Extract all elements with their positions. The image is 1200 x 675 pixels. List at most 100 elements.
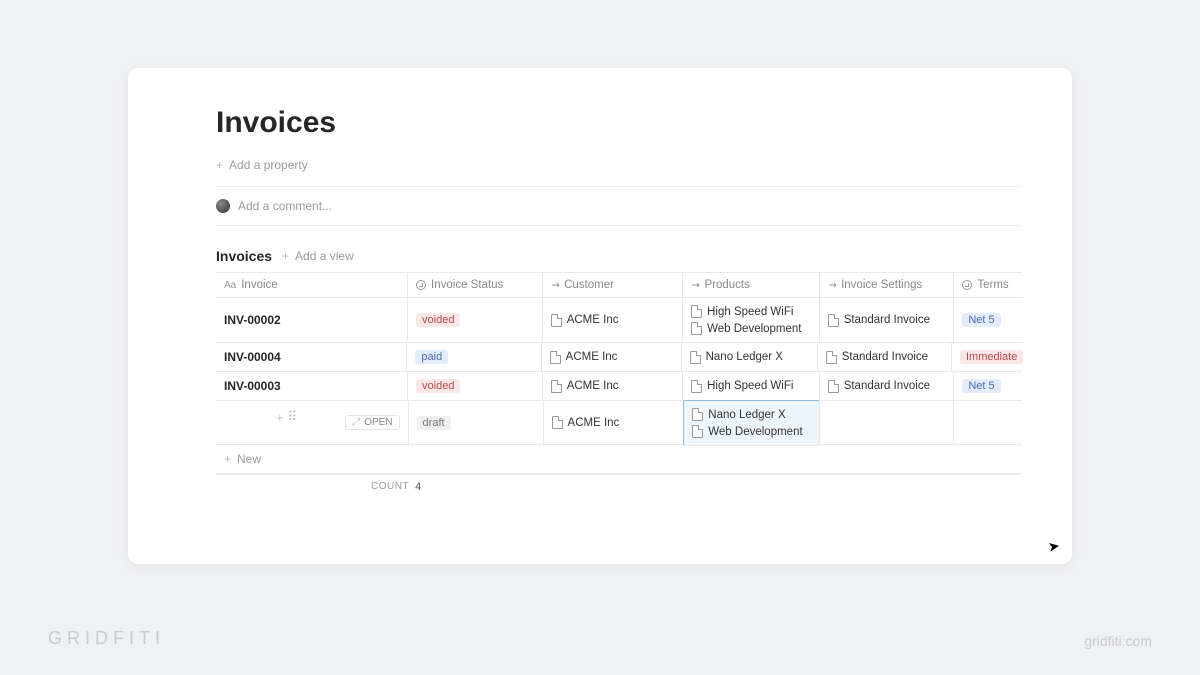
column-header-settings[interactable]: ↗ Invoice Settings bbox=[820, 273, 955, 298]
terms-badge: Net 5 bbox=[962, 313, 1000, 327]
invoice-id: INV-00004 bbox=[224, 350, 398, 364]
page-icon bbox=[551, 314, 562, 327]
relation-chip[interactable]: Standard Invoice bbox=[828, 314, 946, 327]
cell-terms[interactable] bbox=[954, 401, 1022, 445]
column-label: Invoice bbox=[241, 279, 277, 291]
relation-chip[interactable]: Web Development bbox=[691, 322, 811, 335]
view-tab[interactable]: Invoices bbox=[216, 248, 272, 264]
add-comment-placeholder: Add a comment... bbox=[238, 199, 332, 213]
avatar bbox=[216, 199, 230, 213]
app-window: Invoices + Add a property Add a comment.… bbox=[128, 68, 1072, 564]
open-label: OPEN bbox=[364, 417, 392, 428]
new-row-button[interactable]: + New bbox=[216, 445, 1022, 474]
relation-chip[interactable]: ACME Inc bbox=[551, 314, 674, 327]
brand-watermark: GRIDFITI bbox=[48, 628, 165, 649]
cell-status[interactable]: voided bbox=[408, 372, 543, 401]
page-icon bbox=[691, 305, 702, 318]
relation-label: Standard Invoice bbox=[844, 314, 930, 326]
new-row-label: New bbox=[237, 452, 261, 466]
plus-icon: + bbox=[224, 452, 231, 466]
open-page-button[interactable]: ⤢ OPEN bbox=[345, 415, 399, 430]
status-badge: voided bbox=[416, 379, 460, 393]
drag-handle-icon[interactable]: ⠿ bbox=[288, 409, 298, 425]
cell-customer[interactable]: ACME Inc bbox=[543, 298, 683, 343]
relation-chip[interactable]: ACME Inc bbox=[551, 380, 674, 393]
status-badge: paid bbox=[415, 350, 448, 364]
cell-products[interactable]: Nano Ledger X bbox=[682, 343, 818, 372]
cell-terms[interactable]: Immediate bbox=[952, 343, 1022, 372]
column-header-customer[interactable]: ↗ Customer bbox=[543, 273, 683, 298]
column-label: Invoice Status bbox=[431, 279, 503, 291]
page-icon bbox=[550, 351, 561, 364]
relation-label: Web Development bbox=[707, 323, 801, 335]
relation-chip[interactable]: Standard Invoice bbox=[828, 380, 946, 393]
add-property-button[interactable]: + Add a property bbox=[216, 154, 1022, 182]
relation-chip[interactable]: Nano Ledger X bbox=[690, 351, 809, 364]
cell-products[interactable]: High Speed WiFi bbox=[683, 372, 820, 401]
page-icon bbox=[691, 322, 702, 335]
status-badge: voided bbox=[416, 313, 460, 327]
column-header-terms[interactable]: Terms bbox=[954, 273, 1022, 298]
column-header-products[interactable]: ↗ Products bbox=[683, 273, 820, 298]
relation-chip[interactable]: High Speed WiFi bbox=[691, 305, 811, 318]
cell-products[interactable]: High Speed WiFi Web Development bbox=[683, 298, 820, 343]
plus-icon[interactable]: + bbox=[276, 410, 284, 425]
table-footer: COUNT 4 bbox=[216, 475, 1022, 499]
cell-invoice[interactable]: INV-00003 bbox=[216, 372, 408, 401]
relation-chip[interactable]: Standard Invoice bbox=[826, 351, 943, 364]
terms-badge: Net 5 bbox=[962, 379, 1000, 393]
row-gutter[interactable]: + ⠿ bbox=[276, 409, 297, 425]
cell-customer[interactable]: ACME Inc bbox=[544, 401, 685, 445]
cursor-icon: ➤ bbox=[1047, 537, 1062, 556]
status-badge: draft bbox=[417, 416, 451, 430]
column-label: Invoice Settings bbox=[841, 279, 922, 291]
cell-terms[interactable]: Net 5 bbox=[954, 298, 1022, 343]
relation-chip[interactable]: ACME Inc bbox=[550, 351, 673, 364]
cell-terms[interactable]: Net 5 bbox=[954, 372, 1022, 401]
table-header-row: Aa Invoice Invoice Status ↗ Customer ↗ P… bbox=[216, 273, 1022, 298]
relation-chip[interactable]: High Speed WiFi bbox=[691, 380, 811, 393]
select-property-icon bbox=[416, 280, 426, 290]
page-icon bbox=[828, 380, 839, 393]
cell-settings[interactable]: Standard Invoice bbox=[820, 298, 955, 343]
cell-status[interactable]: voided bbox=[408, 298, 543, 343]
page-icon bbox=[826, 351, 837, 364]
cell-products-editing[interactable]: Nano Ledger X Web Development bbox=[683, 400, 820, 446]
add-comment-row[interactable]: Add a comment... bbox=[216, 191, 1022, 221]
divider bbox=[216, 225, 1022, 226]
cell-status[interactable]: paid bbox=[407, 343, 541, 372]
relation-label: ACME Inc bbox=[567, 380, 619, 392]
cell-invoice[interactable]: INV-00004 bbox=[216, 343, 407, 372]
add-view-button[interactable]: + Add a view bbox=[282, 249, 354, 263]
open-arrow-icon: ⤢ bbox=[352, 417, 360, 428]
table-row[interactable]: INV-00003 voided ACME Inc High Speed WiF… bbox=[216, 372, 1022, 401]
cell-status[interactable]: draft bbox=[409, 401, 544, 445]
page-icon bbox=[552, 416, 563, 429]
page-icon bbox=[692, 425, 703, 438]
column-label: Products bbox=[705, 279, 750, 291]
column-header-status[interactable]: Invoice Status bbox=[408, 273, 543, 298]
cell-invoice[interactable]: ⤢ OPEN bbox=[216, 401, 409, 445]
relation-chip[interactable]: Nano Ledger X bbox=[692, 408, 811, 421]
title-property-icon: Aa bbox=[224, 280, 236, 291]
cell-customer[interactable]: ACME Inc bbox=[543, 372, 683, 401]
cell-invoice[interactable]: INV-00002 bbox=[216, 298, 408, 343]
relation-chip[interactable]: Web Development bbox=[692, 425, 811, 438]
relation-label: High Speed WiFi bbox=[707, 380, 793, 392]
count-aggregate[interactable]: COUNT 4 bbox=[371, 481, 422, 493]
invoices-table: Aa Invoice Invoice Status ↗ Customer ↗ P… bbox=[216, 272, 1022, 475]
relation-label: Web Development bbox=[708, 426, 802, 438]
cell-customer[interactable]: ACME Inc bbox=[542, 343, 682, 372]
table-row-editing[interactable]: + ⠿ ⤢ OPEN draft ACME Inc Nano Ledger X … bbox=[216, 401, 1022, 445]
cell-settings[interactable] bbox=[819, 401, 954, 445]
plus-icon: + bbox=[216, 158, 223, 172]
column-header-invoice[interactable]: Aa Invoice bbox=[216, 273, 408, 298]
table-row[interactable]: INV-00002 voided ACME Inc High Speed WiF… bbox=[216, 298, 1022, 343]
select-property-icon bbox=[962, 280, 972, 290]
table-row[interactable]: INV-00004 paid ACME Inc Nano Ledger X St… bbox=[216, 343, 1022, 372]
cell-settings[interactable]: Standard Invoice bbox=[820, 372, 955, 401]
relation-chip[interactable]: ACME Inc bbox=[552, 416, 676, 429]
relation-label: ACME Inc bbox=[566, 351, 618, 363]
cell-settings[interactable]: Standard Invoice bbox=[818, 343, 952, 372]
relation-label: Standard Invoice bbox=[842, 351, 928, 363]
